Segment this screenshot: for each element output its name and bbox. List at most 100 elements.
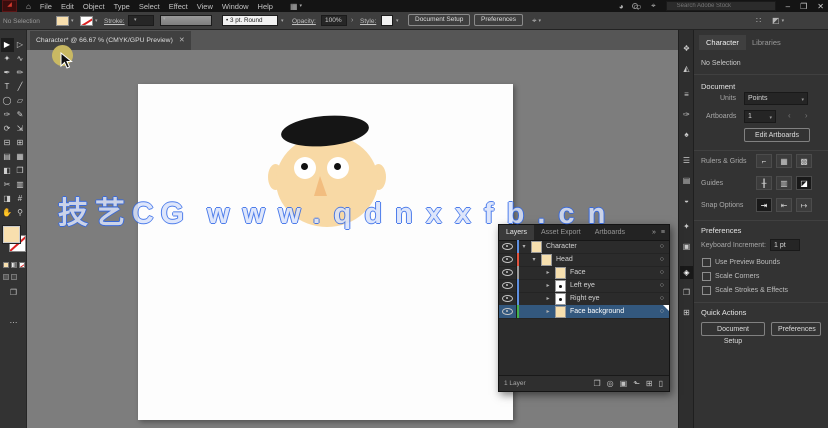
menu-type[interactable]: Type (114, 2, 130, 11)
clipping-mask-icon[interactable]: ▣ (620, 379, 628, 388)
artboards-panel-icon[interactable]: ❐ (680, 286, 693, 299)
layer-name[interactable]: Head (556, 256, 573, 263)
menu-file[interactable]: File (40, 2, 52, 11)
minimize-button[interactable]: – (786, 2, 790, 11)
stroke-color-swatch[interactable] (80, 16, 93, 26)
touch-workspace-icon[interactable]: ⌖ (532, 16, 541, 26)
layer-thumbnail[interactable] (541, 253, 552, 266)
tab-character[interactable]: Character (699, 35, 746, 50)
opacity-more-icon[interactable]: › (351, 17, 353, 24)
show-guides-icon[interactable]: ╂ (756, 176, 772, 190)
tab-libraries[interactable]: Libraries (752, 38, 781, 47)
preferences-button[interactable]: Preferences (474, 14, 524, 26)
layer-thumbnail[interactable] (555, 305, 566, 318)
use-preview-bounds-checkbox[interactable]: Use Preview Bounds (702, 258, 780, 267)
chevron-right-icon[interactable]: ▸ (543, 308, 553, 315)
target-circle-icon[interactable]: ○ (660, 282, 664, 289)
restore-button[interactable]: ❐ (800, 2, 807, 11)
scale-strokes-effects-checkbox[interactable]: Scale Strokes & Effects (702, 286, 788, 295)
snap-to-pixel-icon[interactable]: ↦ (796, 198, 812, 212)
menu-window[interactable]: Window (222, 2, 249, 11)
layer-name[interactable]: Right eye (570, 295, 600, 302)
layer-thumbnail[interactable] (555, 266, 566, 279)
color-mode-icon[interactable] (3, 262, 9, 268)
layer-row-left-eye[interactable]: ▸ Left eye ○ (499, 279, 669, 293)
target-circle-icon[interactable]: ○ (660, 256, 664, 263)
delete-layer-icon[interactable]: ▯ (659, 379, 663, 388)
location-pin-icon[interactable]: ⌖ (651, 1, 656, 11)
layer-thumbnail[interactable] (531, 240, 542, 253)
layer-row-face[interactable]: ▸ Face ○ (499, 266, 669, 280)
chevron-right-icon[interactable]: ▸ (543, 269, 553, 276)
artboard-nav-arrows[interactable]: ‹ › (788, 111, 814, 120)
color-panel-icon[interactable]: ❖ (680, 42, 693, 55)
menu-help[interactable]: Help (258, 2, 273, 11)
symbols-panel-icon[interactable]: ♠ (680, 128, 693, 141)
snap-to-grid-icon[interactable]: ⇥ (756, 198, 772, 212)
target-circle-icon[interactable]: ○ (660, 269, 664, 276)
stroke-chevron-icon[interactable]: ▾ (95, 18, 98, 24)
gradient-mode-icon[interactable] (11, 262, 17, 268)
eyedropper-tool-icon[interactable]: ✂ (1, 178, 14, 192)
close-button[interactable]: ✕ (817, 2, 824, 11)
rotate-tool-icon[interactable]: ⟳ (1, 122, 14, 136)
layer-row-character[interactable]: ▾ Character ○ (499, 240, 669, 254)
lock-guides-icon[interactable]: ▥ (776, 176, 792, 190)
draw-behind-icon[interactable] (11, 274, 17, 280)
gradient-tool-icon[interactable]: ❐ (14, 164, 27, 178)
transparency-grid-icon[interactable]: ▩ (796, 154, 812, 168)
blend-tool-icon[interactable]: ▥ (14, 178, 27, 192)
ruler-icon[interactable]: ⌐ (756, 154, 772, 168)
color-guide-panel-icon[interactable]: ◭ (680, 62, 693, 75)
collect-export-icon[interactable]: ❐ (593, 379, 600, 388)
grid-icon[interactable]: ▦ (776, 154, 792, 168)
screen-mode-icon[interactable]: ❐ (0, 288, 27, 297)
shaper-tool-icon[interactable]: ▱ (14, 94, 27, 108)
fill-indicator-swatch[interactable] (3, 226, 20, 243)
symbol-sprayer-tool-icon[interactable]: ◨ (1, 192, 14, 206)
visibility-eye-icon[interactable] (502, 308, 513, 315)
pencil-tool-icon[interactable]: ✎ (14, 108, 27, 122)
opacity-label[interactable]: Opacity: (292, 18, 316, 25)
brushes-panel-icon[interactable]: ✑ (680, 108, 693, 121)
layer-thumbnail[interactable] (555, 279, 566, 292)
chevron-down-icon[interactable]: ▾ (529, 256, 539, 263)
curvature-tool-icon[interactable]: ✏ (14, 66, 27, 80)
style-chevron-icon[interactable]: ▾ (396, 18, 399, 24)
checkbox-icon[interactable] (702, 272, 711, 281)
stroke-weight-select[interactable] (128, 15, 154, 26)
keyboard-increment-input[interactable] (770, 239, 800, 251)
asset-export-panel-icon[interactable]: ⊞ (680, 306, 693, 319)
search-input[interactable] (665, 1, 776, 11)
graphic-styles-panel-icon[interactable]: ▣ (680, 240, 693, 253)
grid-dots-icon[interactable]: ∷ (756, 16, 761, 25)
menu-edit[interactable]: Edit (61, 2, 74, 11)
layer-name[interactable]: Left eye (570, 282, 595, 289)
style-label[interactable]: Style: (360, 18, 376, 25)
brush-chevron-icon[interactable]: ▾ (281, 18, 284, 24)
draw-normal-icon[interactable] (3, 274, 9, 280)
stroke-panel-icon[interactable]: ≡ (680, 88, 693, 101)
graph-tool-icon[interactable]: # (14, 192, 27, 206)
visibility-eye-icon[interactable] (502, 269, 513, 276)
character-left-eye[interactable] (294, 157, 316, 179)
workspace-grid-icon[interactable]: ▦ (290, 2, 302, 11)
menu-object[interactable]: Object (83, 2, 105, 11)
menu-select[interactable]: Select (139, 2, 160, 11)
collapse-panel-icon[interactable]: » (652, 229, 656, 236)
brush-definition-select[interactable]: • 3 pt. Round (222, 15, 278, 26)
lasso-tool-icon[interactable]: ∿ (14, 52, 27, 66)
width-tool-icon[interactable]: ⊟ (1, 136, 14, 150)
units-select[interactable]: Points (744, 92, 808, 105)
gradient-panel-icon[interactable]: ▤ (680, 174, 693, 187)
new-sublayer-icon[interactable]: ⬑ (633, 379, 640, 388)
new-layer-icon[interactable]: ⊞ (646, 379, 653, 388)
direct-selection-tool-icon[interactable]: ▷ (14, 38, 27, 52)
pen-tool-icon[interactable]: ✒ (1, 66, 14, 80)
layers-panel-icon[interactable]: ◈ (680, 266, 693, 279)
panel-menu-icon[interactable]: ≡ (661, 229, 665, 236)
edit-artboards-button[interactable]: Edit Artboards (744, 128, 810, 142)
target-circle-icon[interactable]: ○ (660, 295, 664, 302)
magic-wand-tool-icon[interactable]: ✦ (1, 52, 14, 66)
character-right-eye[interactable] (327, 157, 349, 179)
